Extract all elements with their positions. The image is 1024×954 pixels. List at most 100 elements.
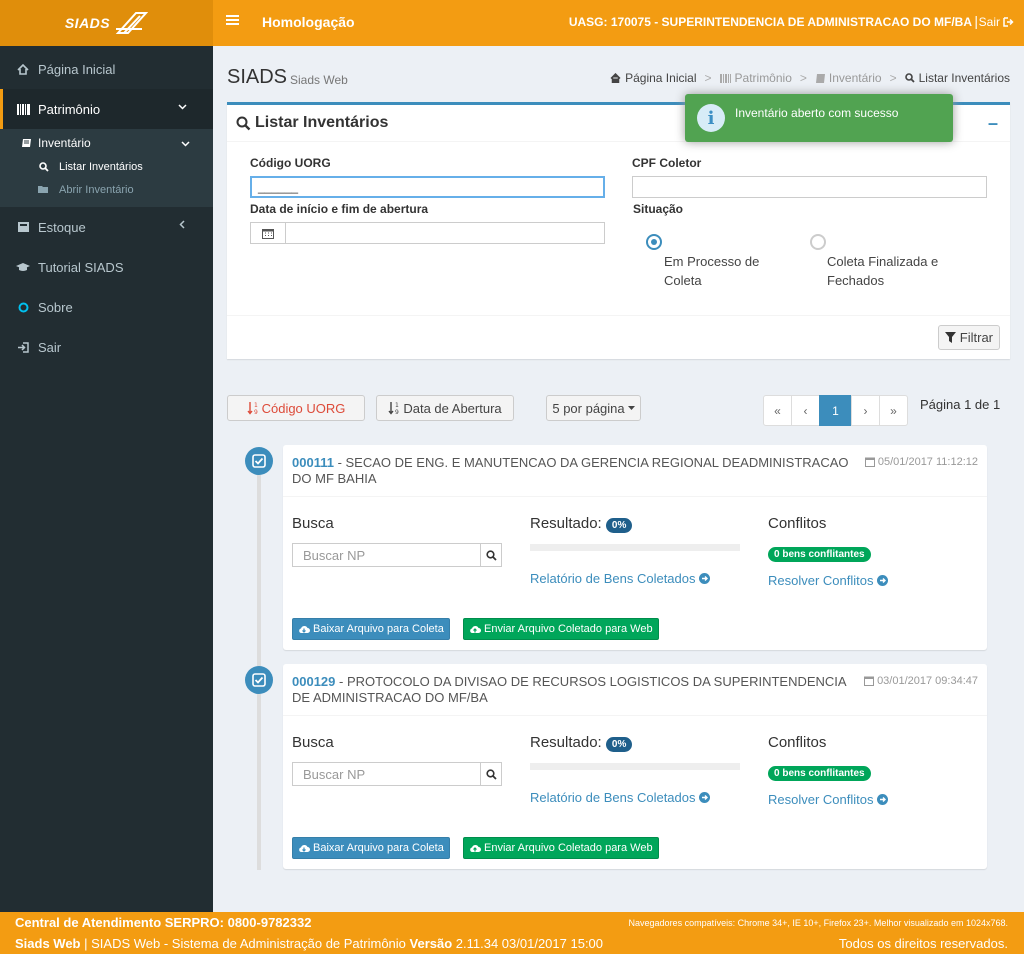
data-abertura-label: Data de início e fim de abertura [250, 202, 429, 216]
filter-button-label: Filtrar [959, 330, 993, 345]
svg-text:9: 9 [254, 409, 258, 415]
resultado-progress [530, 544, 740, 551]
conflitos-badge-wrap: 0 bens conflitantes [768, 764, 871, 781]
upload-button[interactable]: Enviar Arquivo Coletado para Web [463, 837, 659, 859]
busca-input[interactable]: Buscar NP [292, 762, 481, 786]
sidebar-item-abrir-inventario[interactable]: Abrir Inventário [0, 178, 213, 201]
search-icon [904, 73, 915, 83]
sidebar-item-sobre[interactable]: Sobre [0, 287, 213, 327]
sort-codigo-button[interactable]: 19 Código UORG [227, 395, 365, 421]
footer-version-label: Versão [409, 936, 453, 951]
upload-button[interactable]: Enviar Arquivo Coletado para Web [463, 618, 659, 640]
radio-coleta-finalizada[interactable] [810, 234, 826, 250]
sidebar-item-label: Abrir Inventário [59, 183, 134, 196]
search-icon [38, 161, 50, 172]
conflitos-label: Conflitos [768, 515, 827, 532]
page-next[interactable]: › [851, 395, 880, 426]
sidebar-item-estoque[interactable]: Estoque [0, 207, 213, 247]
search-icon[interactable] [481, 762, 502, 786]
per-page-dropdown[interactable]: 5 por página [546, 395, 641, 421]
sidebar-item-label: Patrimônio [38, 101, 101, 117]
resultado-label: Resultado: 0% [530, 734, 633, 752]
footer: Central de Atendimento SERPRO: 0800-9782… [0, 912, 1024, 954]
page-info: Página 1 de 1 [920, 397, 1001, 412]
barcode-icon [16, 103, 30, 115]
breadcrumb-inventario[interactable]: Inventário [829, 71, 882, 85]
inventory-date: 05/01/2017 11:12:12 [864, 456, 978, 468]
codigo-uorg-label: Código UORG [250, 156, 331, 170]
resolver-conflitos-link[interactable]: Resolver Conflitos [768, 573, 888, 588]
busca-label: Busca [292, 734, 334, 751]
upload-button-label: Enviar Arquivo Coletado para Web [484, 842, 653, 854]
page-first[interactable]: « [763, 395, 792, 426]
relatorio-link[interactable]: Relatório de Bens Coletados [530, 571, 710, 586]
breadcrumb-separator: > [704, 71, 712, 85]
top-navbar: SIADS Homologação UASG: 170075 - SUPERIN… [0, 0, 1024, 46]
resultado-badge: 0% [605, 737, 633, 752]
cpf-coletor-input[interactable] [632, 176, 987, 198]
success-toast[interactable]: i Inventário aberto com sucesso [685, 94, 953, 142]
sort-data-button[interactable]: 19 Data de Abertura [376, 395, 514, 421]
home-icon [610, 73, 621, 83]
inventory-date-text: 05/01/2017 11:12:12 [877, 456, 978, 468]
footer-app-info: Siads Web | SIADS Web - Sistema de Admin… [15, 936, 603, 951]
busca-label: Busca [292, 515, 334, 532]
inventory-name: - SECAO DE ENG. E MANUTENCAO DA GERENCIA… [292, 455, 849, 486]
filter-panel-footer: Filtrar [227, 315, 1010, 359]
collapse-button[interactable]: – [988, 113, 998, 134]
sidebar-item-tutorial[interactable]: Tutorial SIADS [0, 247, 213, 287]
book-icon [815, 73, 825, 83]
inventory-code-link[interactable]: 000129 [292, 674, 335, 689]
chevron-down-icon [179, 139, 191, 148]
svg-text:9: 9 [395, 409, 399, 415]
codigo-uorg-input[interactable]: ______ [250, 176, 605, 198]
breadcrumb-current: Listar Inventários [918, 71, 1010, 85]
busca-input[interactable]: Buscar NP [292, 543, 481, 567]
inventory-code-link[interactable]: 000111 [292, 455, 334, 470]
logo-text: SIADS [64, 15, 111, 31]
chevron-down-icon [175, 102, 189, 111]
download-button[interactable]: Baixar Arquivo para Coleta [292, 837, 450, 859]
environment-title: Homologação [262, 14, 355, 30]
footer-rights: Todos os direitos reservados. [838, 936, 1008, 951]
data-abertura-input[interactable] [285, 222, 605, 244]
inventory-card-header: 000129 - PROTOCOLO DA DIVISAO DE RECURSO… [283, 664, 987, 716]
sidebar-item-label: Inventário [38, 136, 91, 150]
logout-label: Sair [978, 15, 1000, 29]
resultado-progress [530, 763, 740, 770]
sort-numeric-icon: 19 [388, 401, 400, 415]
page-prev[interactable]: ‹ [791, 395, 820, 426]
logout-link[interactable]: Sair [979, 15, 1014, 29]
folder-open-icon [38, 185, 50, 194]
chevron-left-icon [175, 220, 189, 229]
sidebar-item-patrimonio[interactable]: Patrimônio [0, 89, 213, 129]
check-square-icon [245, 666, 273, 694]
breadcrumb-home[interactable]: Página Inicial [625, 71, 696, 85]
check-square-icon [245, 447, 273, 475]
pagination: « ‹ 1 › » [763, 395, 908, 426]
sidebar-item-inventario[interactable]: Inventário [0, 131, 213, 155]
logo[interactable]: SIADS [0, 0, 213, 46]
book-icon [20, 138, 32, 148]
relatorio-link[interactable]: Relatório de Bens Coletados [530, 790, 710, 805]
download-button[interactable]: Baixar Arquivo para Coleta [292, 618, 450, 640]
download-button-label: Baixar Arquivo para Coleta [313, 623, 444, 635]
calendar-icon[interactable] [250, 222, 286, 244]
patrimonio-submenu: Inventário Listar Inventários Abrir Inve… [0, 129, 213, 207]
sidebar-item-sair[interactable]: Sair [0, 327, 213, 367]
resolver-conflitos-link[interactable]: Resolver Conflitos [768, 792, 888, 807]
radio-em-processo[interactable] [646, 234, 662, 250]
hamburger-icon[interactable] [226, 14, 240, 30]
inventory-name: - PROTOCOLO DA DIVISAO DE RECURSOS LOGIS… [292, 674, 846, 705]
sidebar-item-listar-inventarios[interactable]: Listar Inventários [0, 155, 213, 178]
page-last[interactable]: » [879, 395, 908, 426]
sidebar-item-pagina-inicial[interactable]: Página Inicial [0, 49, 213, 89]
sort-codigo-label: Código UORG [261, 400, 346, 416]
uasg-label: UASG: 170075 - SUPERINTENDENCIA DE ADMIN… [568, 15, 972, 29]
sign-out-icon [1003, 17, 1014, 27]
search-icon[interactable] [481, 543, 502, 567]
page-1[interactable]: 1 [819, 395, 852, 426]
resultado-text: Resultado: [530, 515, 602, 532]
filter-button[interactable]: Filtrar [937, 325, 1000, 350]
breadcrumb-patrimonio[interactable]: Patrimônio [735, 71, 792, 85]
